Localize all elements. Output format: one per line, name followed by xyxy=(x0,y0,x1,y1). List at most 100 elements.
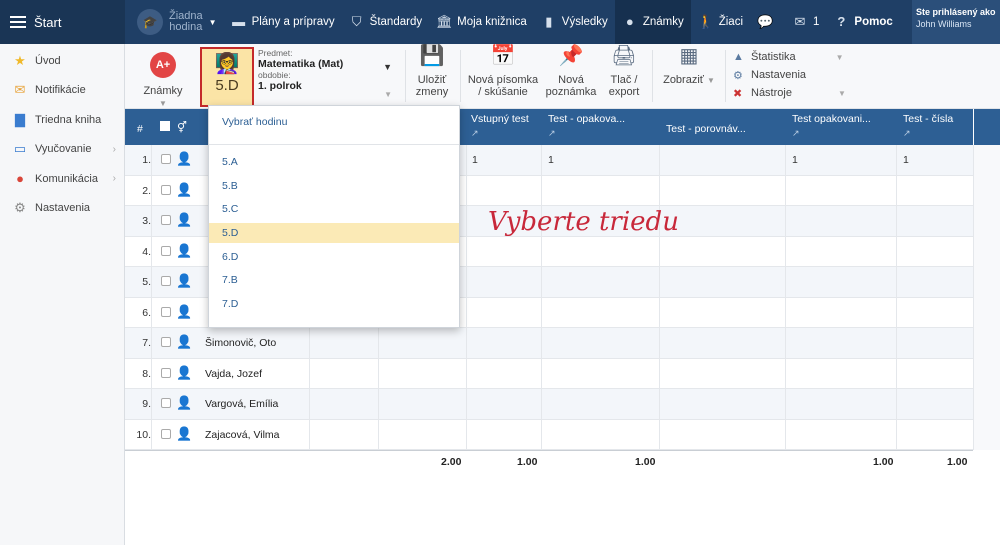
settings-menu[interactable]: ⚙ Nastavenia xyxy=(733,66,846,84)
row-checkbox[interactable] xyxy=(161,215,171,225)
grade-cell[interactable]: 1 xyxy=(903,154,909,166)
envelope-icon: ✉ xyxy=(794,14,806,29)
hodina-label: Žiadna hodina xyxy=(169,10,203,33)
col-header-2[interactable]: Test - porovnáv... xyxy=(666,123,781,135)
instruction-annotation: Vyberte triedu xyxy=(488,207,679,237)
student-name[interactable]: Zajacová, Vilma xyxy=(205,429,280,441)
nav-vysledky[interactable]: ▮ Výsledky xyxy=(534,0,615,44)
grade-cell[interactable]: 1 xyxy=(472,154,478,166)
total-3: 1.00 xyxy=(873,456,894,468)
row-checkbox[interactable] xyxy=(161,337,171,347)
start-menu-button[interactable]: Štart xyxy=(0,0,125,44)
student-avatar-icon: 👤 xyxy=(176,303,193,319)
new-test-button[interactable]: 📅 Nová písomka / skúšanie xyxy=(467,46,539,98)
user-label: Ste prihlásený ako xyxy=(916,7,996,17)
chevron-down-icon: ▼ xyxy=(159,99,167,108)
nav-ziaci[interactable]: 🚶 Žiaci xyxy=(691,0,750,44)
teacher-avatar-icon: 👩‍🏫 xyxy=(214,53,240,75)
help-button[interactable]: ? Pomoc xyxy=(826,0,899,44)
sidebar-item-nastavenia[interactable]: ⚙ Nastavenia xyxy=(0,194,124,224)
row-checkbox[interactable] xyxy=(161,245,171,256)
col-header-0[interactable]: Vstupný test ↗ xyxy=(471,113,551,139)
external-link-icon: ↗ xyxy=(792,128,800,138)
tools-label: Nástroje xyxy=(751,87,792,99)
col-header-1[interactable]: Test - opakova... ↗ xyxy=(548,113,658,139)
row-checkbox[interactable] xyxy=(161,154,171,164)
grid-divider xyxy=(785,145,786,450)
grade-cell[interactable]: 1 xyxy=(548,154,554,166)
znamky-button[interactable]: A+ Známky ▼ xyxy=(138,52,188,110)
sidebar-item-label: Nastavenia xyxy=(35,202,91,215)
hamburger-icon xyxy=(10,13,26,31)
sidebar-item-uvod[interactable]: ★ Úvod xyxy=(0,46,124,76)
row-checkbox[interactable] xyxy=(161,276,171,286)
class-option-5a[interactable]: 5.A xyxy=(209,152,459,172)
subject-selector[interactable]: Predmet: Matematika (Mat) obdobie: 1. po… xyxy=(258,48,398,99)
row-number: 10. xyxy=(136,428,151,441)
row-number: 9. xyxy=(142,398,151,410)
nav-plany[interactable]: ▬ Plány a prípravy xyxy=(224,0,342,44)
row-checkbox[interactable] xyxy=(161,398,171,408)
sidebar-item-label: Úvod xyxy=(35,54,61,67)
question-icon: ? xyxy=(837,14,846,29)
grid-scrollbar[interactable] xyxy=(973,145,1000,450)
sidebar-item-vyucovanie[interactable]: ▭ Vyučovanie › xyxy=(0,135,124,165)
user-box[interactable]: Ste prihlásený ako John Williams xyxy=(912,0,1000,44)
library-icon: 🏛 xyxy=(436,14,453,29)
class-selector-button[interactable]: 👩‍🏫 5.D xyxy=(200,47,254,107)
toolbar-divider xyxy=(460,50,461,102)
table-row[interactable]: 7. 👤 Šimonovič, Oto xyxy=(125,328,973,359)
sidebar-item-notifikacie[interactable]: ✉ Notifikácie xyxy=(0,76,124,106)
print-export-button[interactable]: 🖨 Tlač / export xyxy=(603,46,645,98)
save-button[interactable]: 💾 Uložiť zmeny xyxy=(412,46,452,98)
grade-cell[interactable]: 1 xyxy=(792,154,798,166)
col-title: Test - čísla xyxy=(903,113,954,125)
nav-standardy[interactable]: ⛉ Štandardy xyxy=(342,0,429,44)
class-option-5c[interactable]: 5.C xyxy=(209,199,459,219)
nav-znamky[interactable]: ● Známky xyxy=(614,0,691,44)
tools-menu-item[interactable]: ✖ Nástroje ▼ xyxy=(733,84,846,102)
student-name[interactable]: Vajda, Jozef xyxy=(205,368,262,380)
class-option-5d[interactable]: 5.D xyxy=(209,223,459,243)
col-header-4[interactable]: Test - čísla ↗ xyxy=(903,113,971,139)
class-option-6d[interactable]: 6.D xyxy=(209,247,459,267)
sidebar-item-komunikacia[interactable]: ● Komunikácia › xyxy=(0,164,124,194)
table-row[interactable]: 10. 👤 Zajacová, Vilma xyxy=(125,420,973,450)
col-header-3[interactable]: Test opakovani... ↗ xyxy=(792,113,897,139)
sidebar-item-label: Triedna kniha xyxy=(35,113,102,126)
table-row[interactable]: 8. 👤 Vajda, Jozef xyxy=(125,359,973,389)
nav-kniznica[interactable]: 🏛 Moja knižnica xyxy=(429,0,534,44)
hodina-selector[interactable]: 🎓 Žiadna hodina ▼ xyxy=(125,0,224,44)
chevron-down-icon: ▼ xyxy=(208,17,217,27)
row-number: 4. xyxy=(142,245,151,258)
statistics-menu[interactable]: ▲ Štatistika ▼ xyxy=(733,48,846,66)
toolbar-divider xyxy=(652,50,653,102)
student-name[interactable]: Vargová, Emília xyxy=(205,398,278,410)
student-avatar-icon: 👤 xyxy=(176,181,193,197)
row-checkbox[interactable] xyxy=(161,306,171,317)
dropdown-separator xyxy=(209,144,459,145)
student-avatar-icon: 👤 xyxy=(176,425,193,441)
dropdown-title: Vybrať hodinu xyxy=(222,116,288,128)
row-checkbox[interactable] xyxy=(161,367,171,378)
class-option-5b[interactable]: 5.B xyxy=(209,176,459,196)
nav-ziaci-label: Žiaci xyxy=(718,16,743,28)
chat-button[interactable]: 💬 xyxy=(750,0,785,44)
row-checkbox[interactable] xyxy=(161,428,171,439)
view-button[interactable]: ▦ Zobraziť ▼ xyxy=(659,46,719,87)
student-name[interactable]: Šimonovič, Oto xyxy=(205,337,276,349)
row-checkbox[interactable] xyxy=(161,184,171,195)
students-icon: 🚶 xyxy=(697,14,714,29)
sidebar-item-triedna-kniha[interactable]: ▇ Triedna kniha xyxy=(0,105,124,135)
class-option-7b[interactable]: 7.B xyxy=(209,270,459,290)
table-row[interactable]: 9. 👤 Vargová, Emília xyxy=(125,389,973,420)
class-option-7d[interactable]: 7.D xyxy=(209,294,459,314)
chevron-right-icon: › xyxy=(112,143,116,155)
bar-chart-icon: ▮ xyxy=(545,14,553,29)
select-all-checkbox[interactable] xyxy=(160,121,170,131)
envelope-icon: ✉ xyxy=(14,82,26,98)
new-note-button[interactable]: 📌 Nová poznámka xyxy=(543,46,599,98)
grade-badge-icon: A+ xyxy=(150,52,176,78)
student-avatar-icon: 👤 xyxy=(176,151,193,166)
messages-button[interactable]: ✉ 1 xyxy=(785,0,826,44)
